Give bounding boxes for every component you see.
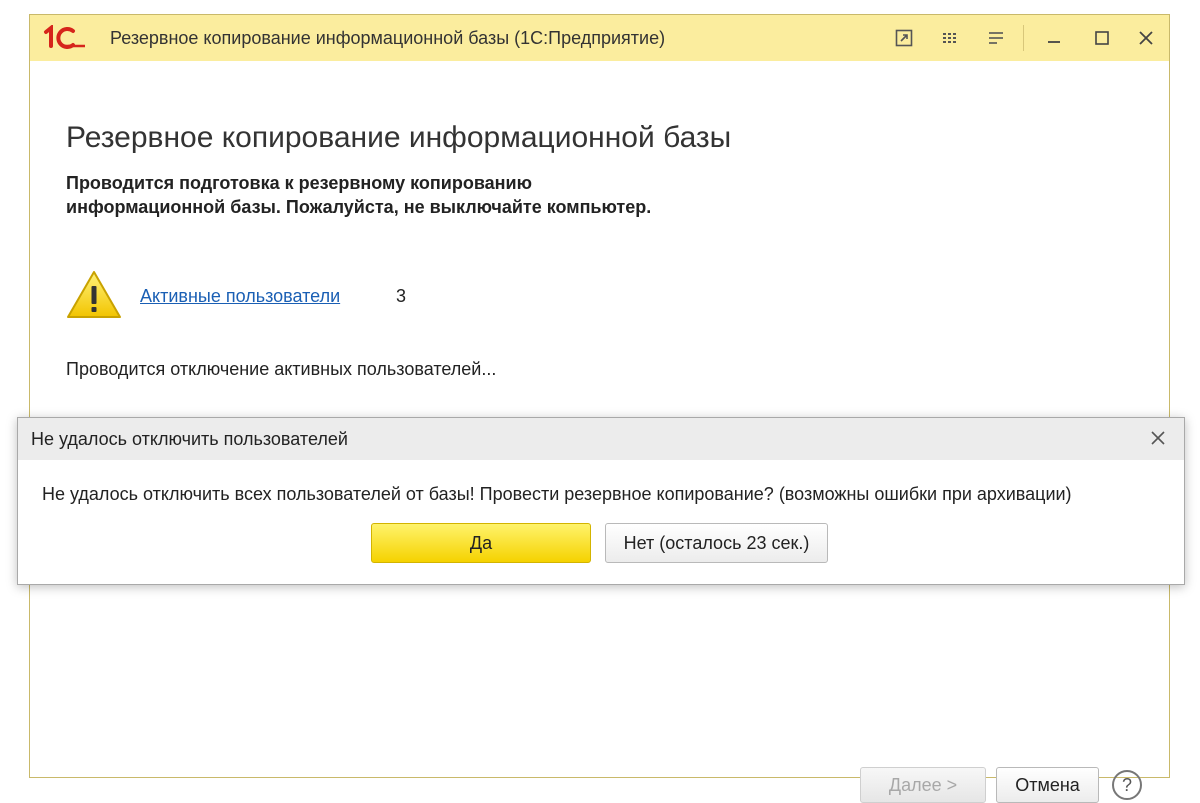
1c-logo-icon bbox=[44, 25, 85, 49]
maximize-icon[interactable] bbox=[1090, 26, 1114, 50]
no-button[interactable]: Нет (осталось 23 сек.) bbox=[605, 523, 828, 563]
active-users-link[interactable]: Активные пользователи bbox=[140, 286, 340, 307]
preparation-notice: Проводится подготовка к резервному копир… bbox=[66, 171, 826, 219]
minimize-icon[interactable] bbox=[1042, 26, 1066, 50]
close-icon[interactable] bbox=[1134, 26, 1158, 50]
notice-line-2: информационной базы. Пожалуйста, не выкл… bbox=[66, 197, 652, 217]
menu-icon[interactable] bbox=[984, 26, 1008, 50]
warning-icon bbox=[67, 271, 121, 318]
window-title: Резервное копирование информационной баз… bbox=[110, 28, 666, 48]
close-icon[interactable] bbox=[1148, 428, 1168, 448]
next-button[interactable]: Далее > bbox=[860, 767, 986, 803]
title-bar: Резервное копирование информационной баз… bbox=[30, 15, 1169, 61]
link-window-icon[interactable] bbox=[892, 26, 916, 50]
notice-line-1: Проводится подготовка к резервному копир… bbox=[66, 173, 532, 193]
dialog-message: Не удалось отключить всех пользователей … bbox=[42, 484, 1072, 504]
active-users-count: 3 bbox=[396, 286, 407, 306]
title-bar-divider bbox=[1023, 25, 1024, 51]
main-window: Резервное копирование информационной баз… bbox=[29, 14, 1170, 803]
more-actions-icon[interactable] bbox=[938, 26, 962, 50]
help-icon[interactable]: ? bbox=[1112, 770, 1142, 800]
error-dialog: Не удалось отключить пользователей Не уд… bbox=[17, 417, 1185, 585]
yes-button[interactable]: Да bbox=[371, 523, 591, 563]
dialog-header: Не удалось отключить пользователей bbox=[18, 418, 1184, 460]
dialog-title: Не удалось отключить пользователей bbox=[31, 429, 348, 449]
cancel-button[interactable]: Отмена bbox=[996, 767, 1099, 803]
status-text: Проводится отключение активных пользоват… bbox=[66, 359, 497, 379]
page-title: Резервное копирование информационной баз… bbox=[66, 121, 732, 154]
